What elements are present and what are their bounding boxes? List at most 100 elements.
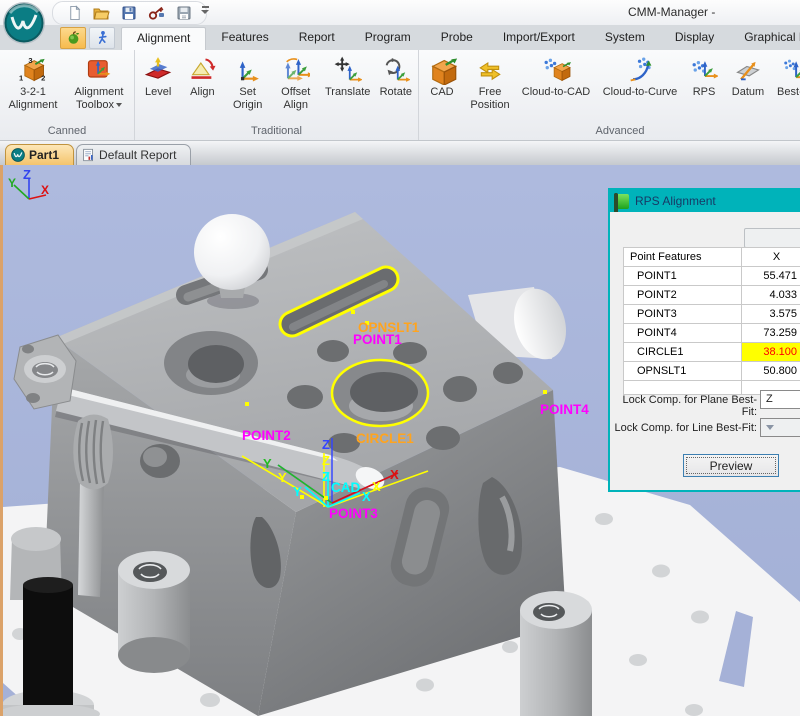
apple-measure-button[interactable] [60, 27, 86, 49]
doc-tab-label: Part1 [29, 148, 59, 162]
rotate-icon [382, 56, 410, 84]
tab-import-export[interactable]: Import/Export [488, 25, 590, 50]
window-title: CMM-Manager - [628, 5, 715, 19]
datum-icon [734, 56, 762, 84]
highlighted-cell: 38.100 [742, 343, 800, 362]
set-origin-button[interactable]: Set Origin [225, 51, 271, 112]
save-report-icon[interactable] [176, 5, 192, 21]
triad-y-label: Y [8, 176, 16, 190]
triad-x-label: X [41, 183, 49, 197]
lock-plane-dropdown[interactable]: Z [760, 390, 800, 409]
cad-button[interactable]: CAD [420, 51, 464, 99]
point-features-table: Point Features X POINT1 55.471 POINT2 4.… [623, 247, 800, 395]
svg-text:X: X [372, 479, 381, 494]
tab-features[interactable]: Features [206, 25, 283, 50]
svg-text:X: X [390, 467, 399, 482]
tab-alignment[interactable]: Alignment [121, 27, 206, 50]
lock-icon [614, 194, 629, 209]
tab-probe[interactable]: Probe [426, 25, 488, 50]
triad-z-label: Z [23, 167, 31, 182]
lock-plane-label: Lock Comp. for Plane Best-Fit: [610, 394, 757, 418]
title-bar: CMM-Manager - [0, 0, 800, 25]
circle1-feature [332, 360, 428, 426]
alignment-toolbox-button[interactable]: Alignment Toolbox [65, 51, 133, 112]
align-icon [188, 56, 216, 84]
table-row[interactable]: CIRCLE1 38.100 [624, 343, 800, 362]
cloud-to-curve-icon [625, 56, 655, 84]
321-alignment-icon: 312 [19, 56, 47, 84]
align-button[interactable]: Align [180, 51, 224, 99]
preview-button[interactable]: Preview [683, 454, 779, 477]
cloud-to-cad-icon [541, 56, 571, 84]
apple-measure-icon [66, 30, 81, 45]
group-label-canned: Canned [1, 123, 133, 140]
rotate-button[interactable]: Rotate [375, 51, 417, 99]
col-point-features: Point Features [624, 248, 742, 267]
free-position-button[interactable]: Free Position [464, 51, 516, 112]
toolbar-overflow-icon[interactable] [200, 6, 210, 18]
datum-button[interactable]: Datum [724, 51, 772, 99]
cad-icon [427, 55, 457, 85]
svg-text:Y: Y [263, 456, 272, 471]
axis-option-group[interactable] [744, 228, 800, 248]
label-point1: POINT1 [353, 332, 402, 347]
321-alignment-button[interactable]: 312 3-2-1 Alignment [1, 51, 65, 112]
quick-access-toolbar [52, 1, 207, 25]
label-circle1: CIRCLE1 [356, 431, 414, 446]
translate-button[interactable]: Translate [321, 51, 375, 99]
offset-align-button[interactable]: Offset Align [271, 51, 321, 112]
tab-report[interactable]: Report [284, 25, 350, 50]
label-point4: POINT4 [540, 402, 589, 417]
table-row[interactable]: POINT3 3.575 [624, 305, 800, 324]
svg-text:X: X [362, 489, 371, 504]
tab-program[interactable]: Program [350, 25, 426, 50]
dropdown-caret-icon [116, 103, 122, 107]
app-logo-icon[interactable] [2, 1, 46, 45]
tab-graphical-report[interactable]: Graphical Report [729, 25, 800, 50]
lock-line-dropdown[interactable] [760, 418, 800, 437]
rps-button[interactable]: RPS [684, 51, 724, 99]
walking-robot-button[interactable] [89, 27, 115, 49]
doc-tab-part1[interactable]: Part1 [5, 144, 74, 165]
group-label-traditional: Traditional [136, 123, 417, 140]
ribbon-tab-bar: Alignment Features Report Program Probe … [0, 25, 800, 50]
cloud-to-curve-button[interactable]: Cloud-to-Curve [596, 51, 684, 99]
ribbon: 312 3-2-1 Alignment Alignment Toolbox Ca… [0, 50, 800, 141]
lock-line-label: Lock Comp. for Line Best-Fit: [610, 422, 757, 434]
rps-alignment-dialog: RPS Alignment Point Features X POINT1 55… [608, 188, 800, 492]
level-button[interactable]: Level [136, 51, 180, 99]
probe-key-icon[interactable] [148, 5, 165, 21]
ribbon-group-advanced: CAD Free Position Cloud-to-CAD Cloud-to-… [419, 50, 800, 140]
table-row[interactable]: POINT2 4.033 [624, 286, 800, 305]
cloud-to-cad-button[interactable]: Cloud-to-CAD [516, 51, 596, 99]
save-icon[interactable] [121, 5, 137, 21]
tab-display[interactable]: Display [660, 25, 729, 50]
open-folder-icon[interactable] [93, 5, 110, 21]
table-row[interactable]: OPNSLT1 50.800 [624, 362, 800, 381]
free-position-icon [476, 57, 504, 83]
doc-tab-label: Default Report [99, 148, 176, 162]
svg-text:3: 3 [28, 56, 32, 65]
best-fit-button[interactable]: Best-Fit [772, 51, 800, 99]
svg-text:Z: Z [322, 437, 330, 452]
svg-text:Y: Y [278, 470, 287, 485]
rps-icon [690, 56, 718, 84]
document-tab-bar: Part1 Default Report [0, 141, 800, 165]
svg-text:1: 1 [19, 74, 23, 83]
part-logo-icon [11, 148, 25, 162]
doc-tab-default-report[interactable]: Default Report [76, 144, 191, 165]
dialog-title-bar[interactable]: RPS Alignment [610, 190, 800, 212]
table-row[interactable]: POINT1 55.471 [624, 267, 800, 286]
dialog-title: RPS Alignment [635, 194, 716, 208]
walking-robot-icon [95, 30, 110, 45]
ribbon-group-canned: 312 3-2-1 Alignment Alignment Toolbox Ca… [0, 50, 135, 140]
tab-system[interactable]: System [590, 25, 660, 50]
group-label-advanced: Advanced [420, 123, 800, 140]
svg-text:Z: Z [322, 453, 330, 468]
alignment-toolbox-icon [85, 56, 113, 84]
level-icon [144, 56, 172, 84]
viewport-border [0, 165, 3, 716]
table-row[interactable]: POINT4 73.259 [624, 324, 800, 343]
report-page-icon [82, 148, 95, 162]
new-document-icon[interactable] [67, 5, 82, 21]
